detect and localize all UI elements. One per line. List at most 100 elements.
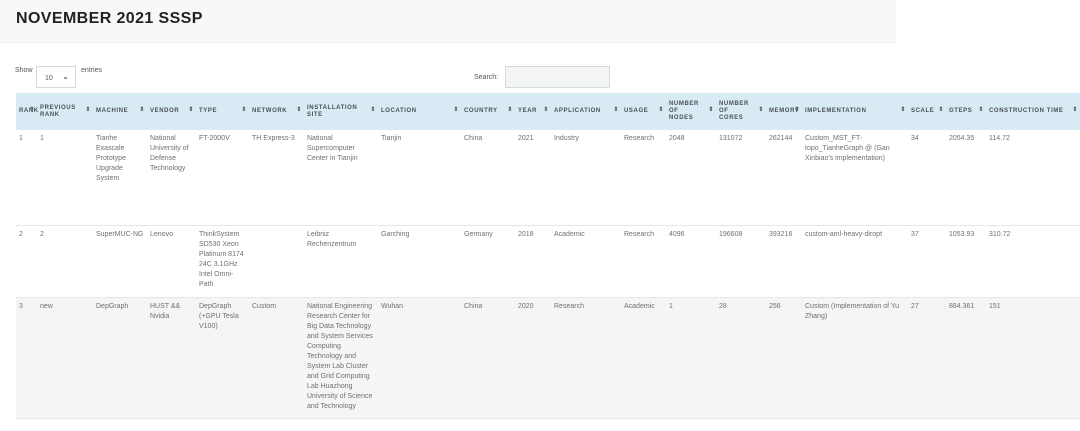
table-cell: 2021 [518, 135, 534, 142]
table-cell: 1 [19, 135, 23, 142]
table-cell: 262144 [769, 135, 793, 142]
sort-icon: ⇕ [29, 107, 35, 113]
table-header-row: RANK ⇕ PREVIOUS RANK ⇕ MACHINE ⇕ VENDOR ⇕ TYPE ⇕ N… [16, 93, 1080, 130]
table-cell: 2048 [669, 135, 685, 142]
table-cell: DepGraph (+GPU Tesla V100) [199, 302, 239, 330]
column-header-type[interactable]: TYPE ⇕ [196, 93, 249, 130]
table-cell: Tianhe Exascale Prototype Upgrade System [96, 135, 126, 182]
table-cell: 310.72 [989, 230, 1011, 238]
show-label: Show [15, 67, 33, 74]
column-header-label: NUMBER OF CORES [719, 101, 749, 121]
page-size-select[interactable]: 10 ⌄ [36, 66, 76, 88]
column-header-memory[interactable]: MEMORY ⇕ [766, 93, 802, 130]
column-header-label: IMPLEMENTATION [805, 108, 867, 114]
table-cell: 1 [40, 135, 44, 142]
table-cell: 37 [911, 230, 919, 238]
column-header-label: NETWORK [252, 108, 288, 114]
column-header-application[interactable]: APPLICATION ⇕ [551, 93, 621, 130]
table-cell: TH Express-3 [252, 135, 295, 142]
table-cell: 4096 [669, 230, 685, 238]
table-controls: Show 10 ⌄ entries Search: [0, 62, 1080, 90]
page-size-value: 10 [45, 75, 53, 82]
table-cell: custom-aml-heavy-diropt [805, 230, 883, 238]
column-header-label: APPLICATION [554, 108, 601, 114]
column-header-gteps[interactable]: GTEPS ⇕ [946, 93, 986, 130]
column-header-installation-site[interactable]: INSTALLATION SITE ⇕ [304, 93, 378, 130]
table-cell: Custom_MST_FT-topo_TianheGraph @ (Gan Xi… [805, 135, 890, 162]
column-header-implementation[interactable]: IMPLEMENTATION ⇕ [802, 93, 908, 130]
table-row: 3 new DepGraph HUST && Nvidia DepGraph (+GPU… [16, 297, 1080, 418]
column-header-label: RANK [19, 108, 39, 114]
column-header-number-of-nodes[interactable]: NUMBER OF NODES ⇕ [666, 93, 716, 130]
table-cell: Academic [624, 302, 655, 310]
table-cell: Academic [554, 230, 585, 238]
sort-icon: ⇕ [658, 107, 664, 113]
column-header-label: COUNTRY [464, 108, 498, 114]
sort-icon: ⇕ [794, 107, 800, 113]
column-header-usage[interactable]: USAGE ⇕ [621, 93, 666, 130]
column-header-label: MACHINE [96, 108, 129, 114]
sort-icon: ⇕ [453, 107, 459, 113]
table-cell: 2 [19, 230, 23, 238]
column-header-label: VENDOR [150, 108, 180, 114]
column-header-number-of-cores[interactable]: NUMBER OF CORES ⇕ [716, 93, 766, 130]
column-header-rank[interactable]: RANK ⇕ [16, 93, 39, 130]
table-cell: 131072 [719, 135, 743, 142]
column-header-label: MEMORY [769, 108, 800, 114]
entries-label: entries [81, 67, 103, 74]
sort-icon: ⇕ [543, 107, 549, 113]
column-header-label: NUMBER OF NODES [669, 101, 699, 121]
column-header-scale[interactable]: SCALE ⇕ [908, 93, 946, 130]
search-label: Search: [474, 74, 499, 81]
column-header-construction-time[interactable]: CONSTRUCTION TIME ⇕ [986, 93, 1080, 130]
sort-icon: ⇕ [85, 107, 91, 113]
search-input[interactable] [505, 66, 610, 88]
sort-icon: ⇕ [900, 107, 906, 113]
sort-icon: ⇕ [507, 107, 513, 113]
results-table: RANK ⇕ PREVIOUS RANK ⇕ MACHINE ⇕ VENDOR ⇕ TYPE ⇕ N… [16, 93, 1080, 419]
table-cell: Research [624, 135, 654, 142]
sort-icon: ⇕ [296, 107, 302, 113]
table-cell: 34 [911, 135, 919, 142]
sort-icon: ⇕ [139, 107, 145, 113]
table-body: 1 1 Tianhe Exascale Prototype Upgrade Syst… [16, 130, 1080, 418]
column-header-label: LOCATION [381, 108, 417, 114]
table-cell: National Supercomputer Center in Tianjin [307, 135, 358, 162]
table-cell: 196608 [719, 230, 743, 238]
column-header-location[interactable]: LOCATION ⇕ [378, 93, 461, 130]
table-cell: 28 [719, 302, 727, 310]
column-header-country[interactable]: COUNTRY ⇕ [461, 93, 515, 130]
column-header-network[interactable]: NETWORK ⇕ [249, 93, 304, 130]
table-cell: 2020 [518, 302, 534, 310]
table-cell: 2054.35 [949, 135, 975, 142]
column-header-vendor[interactable]: VENDOR ⇕ [147, 93, 196, 130]
column-header-label: YEAR [518, 108, 538, 114]
sort-icon: ⇕ [613, 107, 619, 113]
table-cell: 393216 [769, 230, 793, 238]
page-header: NOVEMBER 2021 SSSP [0, 0, 896, 43]
table-cell: Research [624, 230, 654, 238]
table-cell: Custom (Implementation of Yu Zhang) [805, 302, 900, 320]
sort-icon: ⇕ [1072, 107, 1078, 113]
table-cell: 1053.93 [949, 230, 975, 238]
table-cell: ThinkSystem SD530 Xeon Platinum 8174 24C… [199, 230, 244, 288]
table-cell: Custom [252, 302, 277, 310]
table-row: 1 1 Tianhe Exascale Prototype Upgrade Syst… [16, 130, 1080, 225]
column-header-machine[interactable]: MACHINE ⇕ [93, 93, 147, 130]
table-cell: Industry [554, 135, 579, 142]
column-header-year[interactable]: YEAR ⇕ [515, 93, 551, 130]
table-cell: 2018 [518, 230, 534, 238]
table-cell: 2 [40, 230, 44, 238]
sort-icon: ⇕ [241, 107, 247, 113]
table-cell: 256 [769, 302, 781, 310]
sort-icon: ⇕ [978, 107, 984, 113]
table-cell: 884.361 [949, 302, 975, 310]
table-row: 2 2 SuperMUC-NG Lenovo ThinkSystem SD530 Xeo… [16, 225, 1080, 297]
table-cell: Research [554, 302, 584, 310]
table-cell: 114.72 [989, 135, 1010, 142]
table-cell: FT-2000V [199, 135, 230, 142]
column-header-previous-rank[interactable]: PREVIOUS RANK ⇕ [37, 93, 93, 130]
table-cell: National Engineering Research Center for… [307, 302, 373, 410]
column-header-label: GTEPS [949, 108, 973, 114]
column-header-label: TYPE [199, 108, 218, 114]
